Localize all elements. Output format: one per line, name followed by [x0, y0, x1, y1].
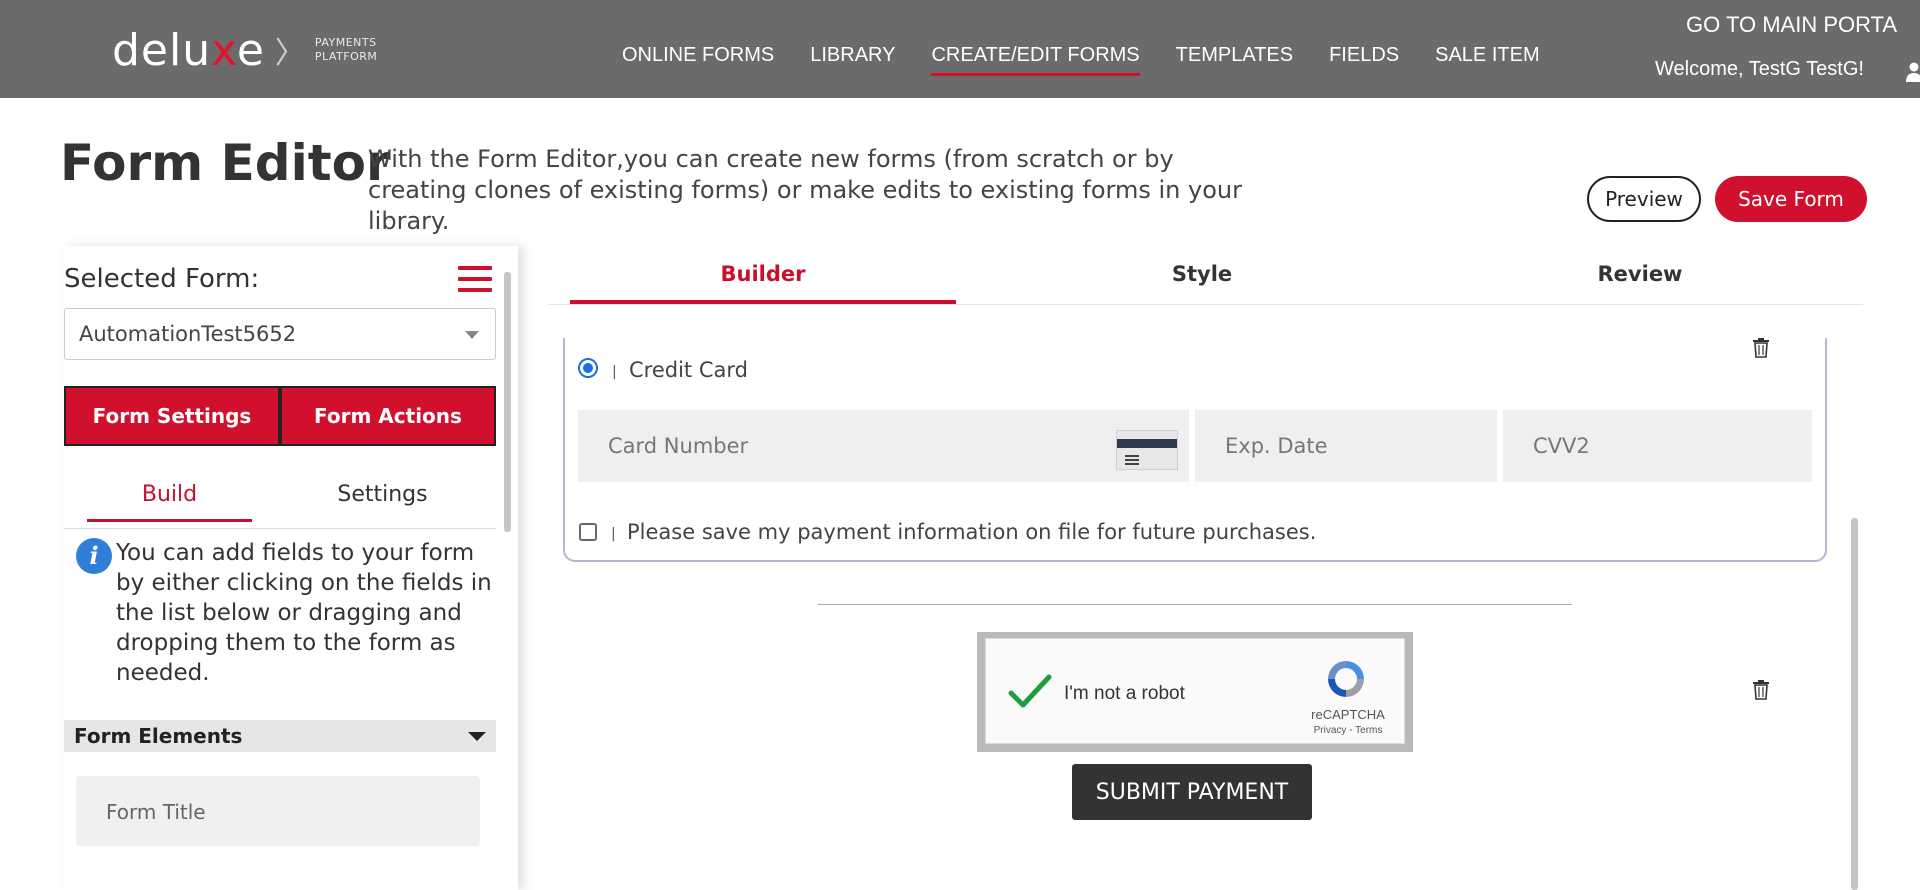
card-number-input[interactable]: Card Number — [578, 410, 1189, 482]
form-element-form-title[interactable]: Form Title — [76, 776, 480, 846]
tab-builder[interactable]: Builder — [570, 262, 956, 304]
recaptcha-brand: reCAPTCHA — [1311, 707, 1385, 722]
form-elements-label: Form Elements — [74, 724, 243, 748]
trash-icon[interactable] — [1752, 680, 1770, 700]
checkmark-icon[interactable] — [1008, 673, 1052, 711]
deluxe-logo[interactable]: deluxe 〉 PAYMENTS PLATFORM — [112, 24, 377, 76]
nav-library[interactable]: LIBRARY — [810, 44, 895, 76]
recaptcha-logo-icon — [1328, 661, 1364, 697]
preview-button[interactable]: Preview — [1587, 176, 1701, 222]
chevron-down-icon — [465, 331, 479, 339]
welcome-text: Welcome, TestG TestG! — [1655, 58, 1864, 80]
build-help-text: You can add fields to your form by eithe… — [116, 540, 492, 686]
save-form-button[interactable]: Save Form — [1715, 176, 1867, 222]
credit-card-radio[interactable] — [578, 358, 598, 378]
exp-date-input[interactable]: Exp. Date — [1195, 410, 1497, 482]
tab-settings[interactable]: Settings — [300, 482, 465, 519]
tab-style[interactable]: Style — [1012, 262, 1392, 286]
nav-sale-item[interactable]: SALE ITEM — [1435, 44, 1539, 76]
credit-card-icon — [1116, 430, 1178, 470]
recaptcha-text: I'm not a robot — [1064, 683, 1185, 704]
logo-wordmark: deluxe — [112, 24, 265, 76]
save-payment-checkbox[interactable] — [579, 523, 597, 541]
go-to-main-portal-link[interactable]: GO TO MAIN PORTA — [1686, 12, 1897, 38]
builder-tabs-divider — [548, 304, 1863, 305]
hamburger-icon[interactable] — [458, 266, 492, 296]
nav-fields[interactable]: FIELDS — [1329, 44, 1399, 76]
user-icon[interactable] — [1906, 62, 1920, 82]
recaptcha-privacy-terms[interactable]: Privacy - Terms — [1298, 725, 1398, 736]
nav-create-edit-forms[interactable]: CREATE/EDIT FORMS — [931, 44, 1140, 76]
form-elements-section-header[interactable]: Form Elements — [64, 720, 496, 752]
info-icon: i — [76, 538, 112, 574]
sidebar-scrollbar[interactable] — [504, 272, 511, 532]
main-nav: ONLINE FORMS LIBRARY CREATE/EDIT FORMS T… — [622, 44, 1576, 76]
trash-icon[interactable] — [1752, 338, 1770, 358]
sidebar-tabs-divider — [64, 528, 496, 529]
form-sidebar: Selected Form: AutomationTest5652 Form S… — [64, 246, 518, 890]
tab-review[interactable]: Review — [1450, 262, 1830, 286]
credit-card-label: Credit Card — [629, 358, 748, 382]
tab-build[interactable]: Build — [87, 482, 252, 522]
nav-templates[interactable]: TEMPLATES — [1176, 44, 1293, 76]
label-separator: | — [611, 526, 616, 542]
caret-down-icon — [468, 732, 486, 741]
form-settings-button[interactable]: Form Settings — [64, 386, 280, 446]
submit-payment-button[interactable]: SUBMIT PAYMENT — [1072, 764, 1312, 820]
label-separator: | — [612, 364, 617, 380]
top-navigation-bar: deluxe 〉 PAYMENTS PLATFORM ONLINE FORMS L… — [0, 0, 1920, 98]
nav-online-forms[interactable]: ONLINE FORMS — [622, 44, 774, 76]
form-actions-button[interactable]: Form Actions — [280, 386, 496, 446]
selected-form-label: Selected Form: — [64, 264, 260, 294]
logo-chevron: 〉 — [274, 36, 305, 71]
save-payment-label: Please save my payment information on fi… — [627, 520, 1317, 544]
recaptcha-widget: I'm not a robot reCAPTCHA Privacy - Term… — [977, 632, 1413, 752]
builder-scrollbar[interactable] — [1851, 518, 1858, 890]
logo-subtitle: PAYMENTS PLATFORM — [314, 36, 378, 63]
selected-form-dropdown[interactable]: AutomationTest5652 — [64, 308, 496, 360]
page-title: Form Editor — [60, 134, 391, 192]
page-description: With the Form Editor,you can create new … — [368, 145, 1242, 235]
cvv-input[interactable]: CVV2 — [1503, 410, 1812, 482]
selected-form-value: AutomationTest5652 — [79, 322, 297, 346]
section-divider — [818, 604, 1572, 605]
